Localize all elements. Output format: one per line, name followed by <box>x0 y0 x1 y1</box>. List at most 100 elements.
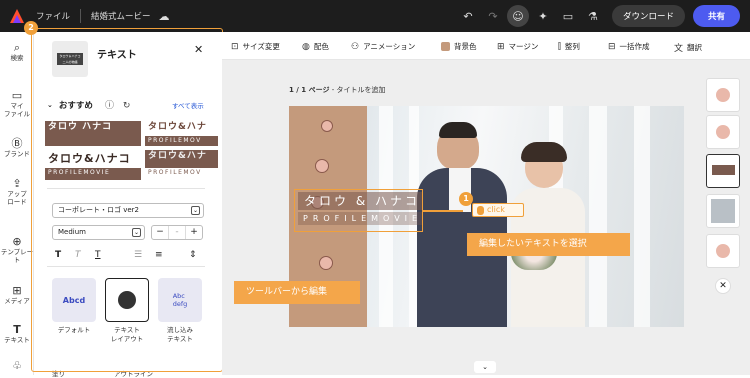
nav-item-shapes[interactable]: ♧ <box>0 359 34 372</box>
page-thumbnail[interactable] <box>706 234 740 268</box>
numbered-list-icon[interactable]: ≡ <box>155 250 163 260</box>
text-preset[interactable]: タロウ&ハナ PROFILEMOV <box>145 150 218 180</box>
divider <box>80 9 82 23</box>
callout-edit-toolbar: ツールバーから編集 <box>234 281 360 304</box>
lightbulb-icon[interactable]: ✦ <box>532 5 554 27</box>
toolbar-translate[interactable]: 文翻訳 <box>674 41 702 54</box>
toolbar-bulk-create[interactable]: ⊟ 一括作成 <box>608 41 650 52</box>
panel-title: テキスト <box>97 50 137 61</box>
translate-icon: 文 <box>674 44 684 54</box>
selection-box <box>294 189 423 232</box>
callout-select-text: 編集したいテキストを選択 <box>467 233 630 256</box>
share-button[interactable]: 共有 <box>692 5 740 27</box>
download-button[interactable]: ダウンロード <box>611 5 685 27</box>
toolbar-color[interactable]: ◍ 配色 <box>302 41 329 52</box>
text-preset[interactable]: タロウ&ハナコ PROFILEMOVIE <box>45 150 141 180</box>
text-preview-thumbnail: タロウ＆ハナコ 二人の物語 <box>52 41 88 77</box>
plus-icon[interactable]: + <box>186 226 202 239</box>
toolbar-align[interactable]: ⫿ 整列 <box>558 41 580 52</box>
click-indicator: click <box>472 203 524 217</box>
recommended-toggle[interactable]: ⌄ おすすめ <box>47 99 93 111</box>
redo-icon[interactable]: ↷ <box>482 5 504 27</box>
chevron-down-icon: ⌄ <box>191 206 200 215</box>
page-thumbnail[interactable] <box>706 154 740 188</box>
shapes-icon: ♧ <box>12 359 22 372</box>
layout-label: テキスト レイアウト <box>110 326 144 343</box>
layout-label: デフォルト <box>57 326 91 334</box>
minus-icon[interactable]: − <box>152 226 168 239</box>
edit-toolbar: ⊡ サイズ変更 ◍ 配色 ⚇ アニメーション 背景色 ⊞ マージン ⫿ 整列 ⊟ 一括作成 … <box>222 32 750 60</box>
flower-illustration <box>315 159 329 173</box>
chevron-down-icon: ⌄ <box>132 228 141 237</box>
chevron-down-icon[interactable]: ⌄ <box>474 361 496 373</box>
text-icon: T <box>13 323 21 336</box>
toolbar-bg-color[interactable]: 背景色 <box>441 41 477 52</box>
document-title[interactable]: 結婚式ムービー <box>91 10 151 22</box>
font-select[interactable]: コーポレート・ロゴ ver2 ⌄ <box>52 203 204 218</box>
nav-item-search[interactable]: ⌕ 検索 <box>0 41 34 62</box>
line-height-icon[interactable]: ⇕ <box>189 250 197 260</box>
nav-item-templates[interactable]: ⊕ テンプレート <box>0 235 34 264</box>
page-thumbnails <box>700 70 746 370</box>
comment-icon[interactable]: ▭ <box>557 5 579 27</box>
bulk-create-icon: ⊟ <box>608 41 616 52</box>
resize-icon: ⊡ <box>231 41 239 52</box>
nav-item-text[interactable]: T テキスト <box>0 323 34 344</box>
file-menu[interactable]: ファイル <box>36 10 70 22</box>
toolbar-resize[interactable]: ⊡ サイズ変更 <box>231 41 280 52</box>
outline-label: アウトライン <box>114 370 153 378</box>
font-weight-select[interactable]: Medium ⌄ <box>52 225 145 240</box>
flask-icon[interactable]: ⚗ <box>582 5 604 27</box>
nav-item-brand[interactable]: Ⓑ ブランド <box>0 137 34 158</box>
font-size-value[interactable]: - <box>168 226 186 239</box>
layout-label: 流し込み テキスト <box>167 326 193 343</box>
user-icon[interactable]: ☺ <box>506 5 529 27</box>
page-thumbnail[interactable] <box>706 78 740 112</box>
close-icon[interactable]: ✕ <box>715 278 731 294</box>
layout-text-layout[interactable] <box>105 278 149 322</box>
info-icon[interactable]: ⓘ <box>105 101 114 111</box>
italic-icon[interactable]: T <box>75 250 81 260</box>
underline-icon[interactable]: T <box>95 250 101 260</box>
brand-icon: Ⓑ <box>11 137 23 150</box>
palette-icon: ◍ <box>302 41 310 52</box>
font-size-stepper[interactable]: − - + <box>151 225 203 240</box>
media-icon: ⊞ <box>12 284 22 297</box>
undo-icon[interactable]: ↶ <box>457 5 479 27</box>
text-preset[interactable]: タロウ&ハナ PROFILEMOV <box>145 121 218 146</box>
template-icon: ⊕ <box>12 235 22 248</box>
page-label: 1 / 1 ページ - タイトルを追加 <box>289 86 386 94</box>
step-badge: 1 <box>459 192 473 206</box>
fill-label: 塗り <box>52 370 65 378</box>
list-icon[interactable]: ☰ <box>134 250 142 260</box>
flower-illustration <box>321 120 333 132</box>
top-bar: ファイル 結婚式ムービー ☁ ↶ ↷ ☺ ✦ ▭ ⚗ ダウンロード 共有 <box>0 0 750 32</box>
folder-icon: ▭ <box>11 89 23 102</box>
page-title-input[interactable]: タイトルを追加 <box>336 86 385 94</box>
nav-item-my-files[interactable]: ▭ マイ ファイル <box>0 89 34 118</box>
search-icon: ⌕ <box>13 41 21 54</box>
connector-line <box>423 210 463 212</box>
text-preset[interactable]: タロウ ハナコ <box>45 121 141 146</box>
show-all-link[interactable]: すべて表示 <box>172 100 204 110</box>
toolbar-margin[interactable]: ⊞ マージン <box>497 41 538 52</box>
animation-icon: ⚇ <box>351 41 360 52</box>
nav-item-media[interactable]: ⊞ メディア <box>0 284 34 305</box>
top-bar-actions: ↶ ↷ ☺ ✦ ▭ ⚗ ダウンロード 共有 <box>454 5 740 27</box>
recommended-actions: ⓘ ↻ <box>105 98 130 111</box>
bold-icon[interactable]: T <box>55 250 61 260</box>
left-nav: ⌕ 検索 ▭ マイ ファイル Ⓑ ブランド ⇪ アップ ロード ⊕ テンプレート ⊞ メディ… <box>0 32 34 375</box>
layout-default[interactable]: Abcd <box>52 278 96 322</box>
page-thumbnail[interactable] <box>706 115 740 149</box>
layout-flow-text[interactable]: Abc defg <box>158 278 202 322</box>
sliders-icon <box>118 291 136 309</box>
step-badge: 2 <box>24 21 38 35</box>
refresh-icon[interactable]: ↻ <box>123 101 131 111</box>
adobe-express-logo[interactable] <box>10 9 24 23</box>
close-icon[interactable]: ✕ <box>194 43 203 56</box>
cloud-icon: ☁ <box>158 9 170 23</box>
align-icon: ⫿ <box>558 41 561 52</box>
nav-item-upload[interactable]: ⇪ アップ ロード <box>0 178 34 206</box>
page-thumbnail[interactable] <box>706 194 740 228</box>
toolbar-animation[interactable]: ⚇ アニメーション <box>351 41 415 52</box>
